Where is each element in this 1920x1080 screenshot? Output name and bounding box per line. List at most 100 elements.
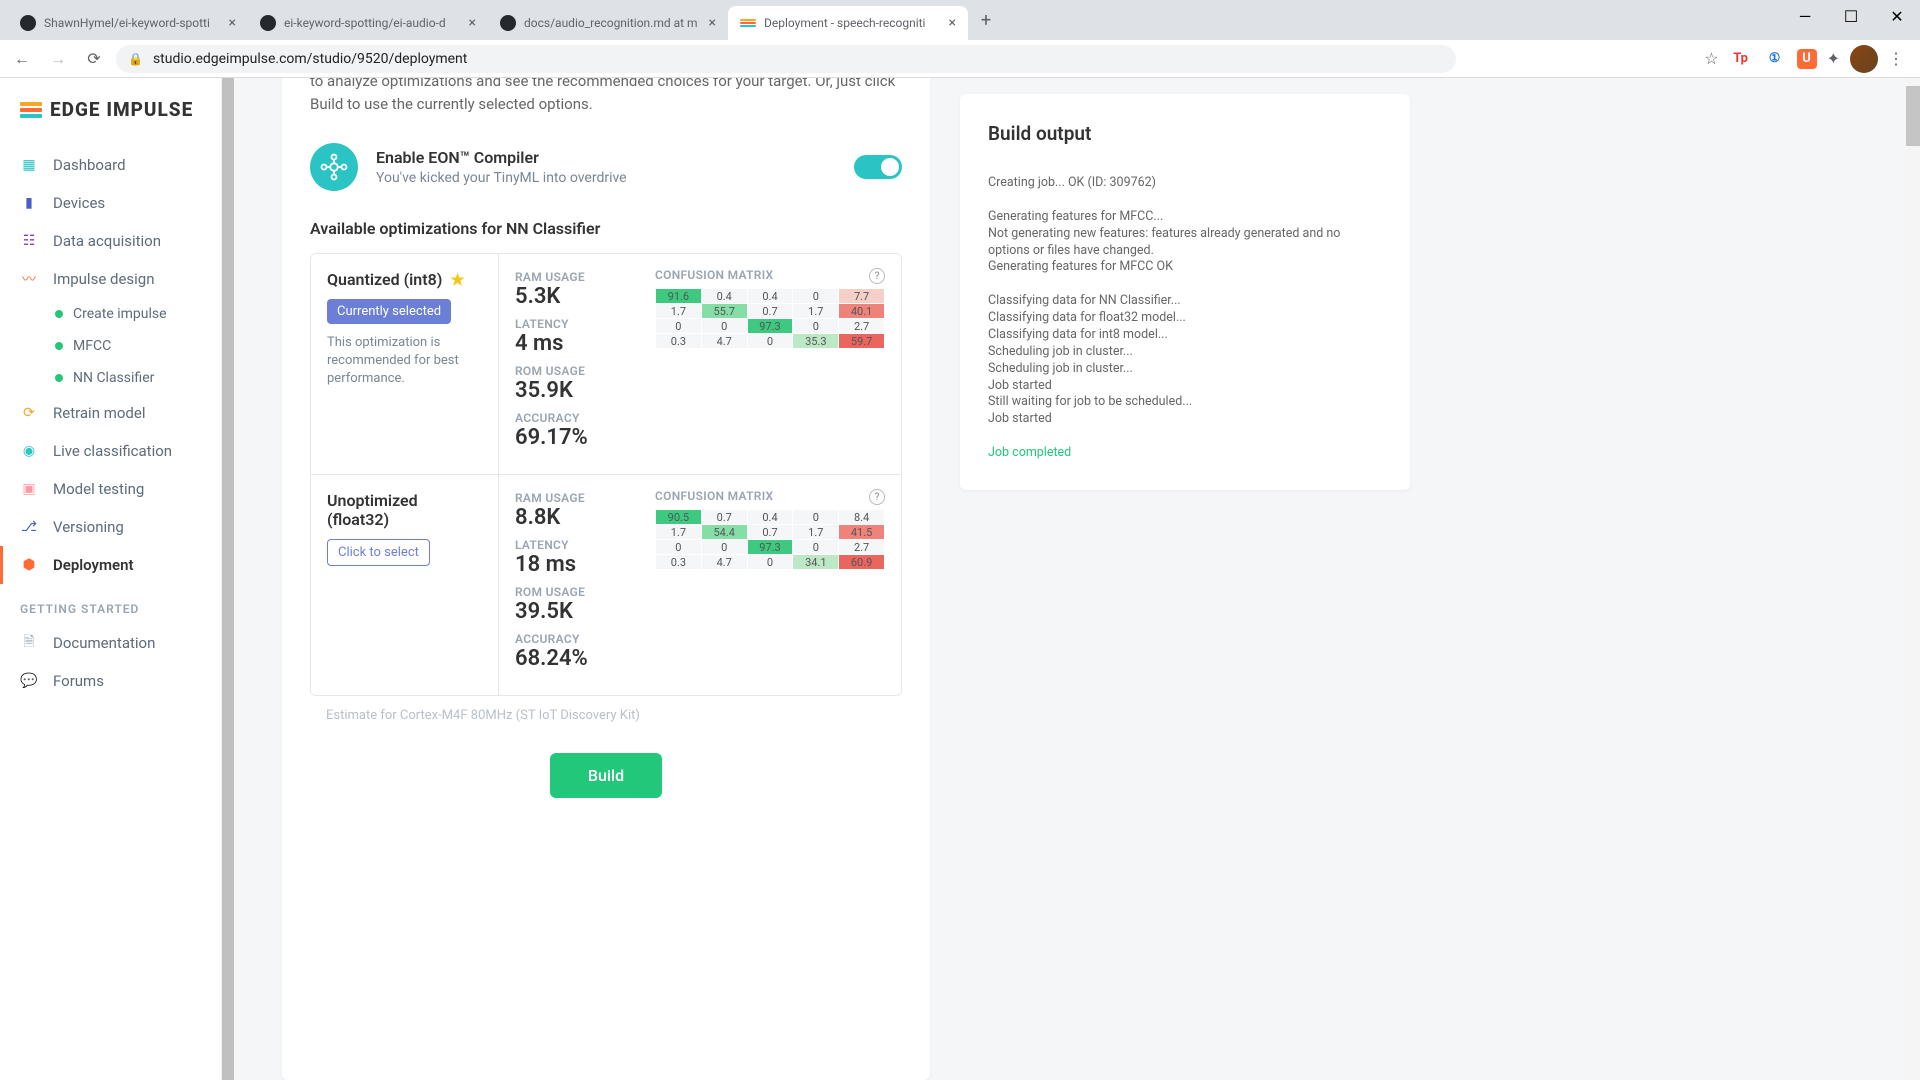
logo-icon xyxy=(20,102,42,118)
star-icon[interactable]: ☆ xyxy=(1704,49,1718,68)
minimize-button[interactable]: — xyxy=(1782,0,1828,32)
browser-menu-icon[interactable]: ⋮ xyxy=(1888,49,1904,68)
versioning-icon: ⎇ xyxy=(20,518,38,536)
sidebar-item-data-acquisition[interactable]: ☷ Data acquisition xyxy=(0,222,221,260)
cm-cell: 0.4 xyxy=(747,510,793,525)
sidebar-item-impulse-design[interactable]: 〰Impulse design xyxy=(0,260,221,298)
cm-cell: 4.7 xyxy=(701,334,747,349)
retrain-icon: ⟳ xyxy=(20,404,38,422)
cm-cell: 0 xyxy=(793,289,839,304)
optimization-row-quantized[interactable]: Quantized (int8)★ Currently selected Thi… xyxy=(311,254,901,475)
extension-tp-icon[interactable]: Tp xyxy=(1729,47,1753,71)
back-button[interactable]: ← xyxy=(8,45,36,73)
sidebar-item-label: Dashboard xyxy=(53,156,126,174)
sidebar-item-label: Deployment xyxy=(53,556,134,574)
extension-1p-icon[interactable]: ① xyxy=(1763,47,1787,71)
sidebar-item-documentation[interactable]: 🗎 Documentation xyxy=(0,624,221,662)
confusion-matrix-label: CONFUSION MATRIX xyxy=(655,268,885,282)
cm-cell: 97.3 xyxy=(747,540,793,555)
sidebar-item-retrain[interactable]: ⟳ Retrain model xyxy=(0,394,221,432)
star-icon: ★ xyxy=(450,270,464,289)
sidebar-item-model-testing[interactable]: ▣Model testing xyxy=(0,470,221,508)
window-controls: — ☐ ✕ xyxy=(1782,0,1920,32)
close-icon[interactable]: × xyxy=(701,15,716,31)
latency-value: 4 ms xyxy=(515,331,623,356)
sidebar-item-label: Live classification xyxy=(53,442,172,460)
logo-text: EDGE IMPULSE xyxy=(50,98,193,121)
maximize-button[interactable]: ☐ xyxy=(1828,0,1874,32)
sidebar-item-label: Forums xyxy=(53,672,104,690)
eon-toggle[interactable] xyxy=(854,155,902,179)
sidebar-sub-nn-classifier[interactable]: NN Classifier xyxy=(0,362,221,394)
cm-cell: 0 xyxy=(793,319,839,334)
sidebar-item-label: Retrain model xyxy=(53,404,145,422)
cm-cell: 97.3 xyxy=(747,319,793,334)
close-window-button[interactable]: ✕ xyxy=(1874,0,1920,32)
opt-name: Quantized (int8) xyxy=(327,270,442,289)
help-icon[interactable]: ? xyxy=(869,489,885,505)
cm-cell: 0 xyxy=(656,540,702,555)
extensions-menu-icon[interactable]: ✦ xyxy=(1827,49,1840,68)
url-input[interactable]: 🔒 studio.edgeimpulse.com/studio/9520/dep… xyxy=(116,45,1456,73)
sidebar: EDGE IMPULSE ▦Dashboard ▮Devices ☷ Data a… xyxy=(0,78,222,1080)
click-to-select-badge[interactable]: Click to select xyxy=(327,539,430,566)
sidebar-item-versioning[interactable]: ⎇Versioning xyxy=(0,508,221,546)
optimizations-title: Available optimizations for NN Classifie… xyxy=(282,209,930,253)
forward-button[interactable]: → xyxy=(44,45,72,73)
cm-cell: 0 xyxy=(747,334,793,349)
sidebar-item-label: Documentation xyxy=(53,634,155,652)
cm-cell: 0.4 xyxy=(747,289,793,304)
sidebar-item-label: Data acquisition xyxy=(53,232,161,250)
sidebar-scrollbar[interactable] xyxy=(222,78,234,1080)
sidebar-item-label: NN Classifier xyxy=(73,370,154,386)
eon-compiler-row: Enable EON™ Compiler You've kicked your … xyxy=(282,125,930,209)
cm-cell: 41.5 xyxy=(839,525,885,540)
logo[interactable]: EDGE IMPULSE xyxy=(0,98,221,146)
confusion-matrix: 91.60.40.407.71.755.70.71.740.10097.302.… xyxy=(655,288,885,349)
cm-cell: 0.7 xyxy=(747,304,793,319)
optimization-row-unoptimized[interactable]: Unoptimized (float32) Click to select RA… xyxy=(311,475,901,695)
sidebar-item-deployment[interactable]: ⬢Deployment xyxy=(0,546,221,584)
github-icon xyxy=(260,15,276,31)
database-icon: ☷ xyxy=(20,232,38,250)
sidebar-item-forums[interactable]: 💬Forums xyxy=(0,662,221,700)
stat-label: ACCURACY xyxy=(515,411,623,425)
sidebar-item-dashboard[interactable]: ▦Dashboard xyxy=(0,146,221,184)
cm-cell: 0 xyxy=(793,540,839,555)
sidebar-sub-mfcc[interactable]: MFCC xyxy=(0,330,221,362)
optimization-grid: Quantized (int8)★ Currently selected Thi… xyxy=(310,253,902,696)
testing-icon: ▣ xyxy=(20,480,38,498)
status-dot-icon xyxy=(55,342,63,350)
cm-cell: 4.7 xyxy=(701,555,747,570)
log-success: Job completed xyxy=(988,445,1071,460)
stat-label: ROM USAGE xyxy=(515,364,623,378)
cm-cell: 1.7 xyxy=(656,304,702,319)
rom-value: 35.9K xyxy=(515,378,623,403)
cm-cell: 2.7 xyxy=(839,319,885,334)
ram-value: 5.3K xyxy=(515,284,623,309)
close-icon[interactable]: × xyxy=(941,15,956,31)
sidebar-item-devices[interactable]: ▮Devices xyxy=(0,184,221,222)
help-icon[interactable]: ? xyxy=(869,268,885,284)
sidebar-item-live-classification[interactable]: ◉Live classification xyxy=(0,432,221,470)
new-tab-button[interactable]: + xyxy=(972,6,1000,34)
browser-tab-active[interactable]: Deployment - speech-recogniti × xyxy=(728,6,968,40)
main-content: to analyze optimizations and see the rec… xyxy=(234,78,1920,1080)
cm-cell: 55.7 xyxy=(701,304,747,319)
build-button[interactable]: Build xyxy=(550,753,662,798)
eon-icon xyxy=(310,143,358,191)
close-icon[interactable]: × xyxy=(221,15,236,31)
avatar[interactable] xyxy=(1850,45,1878,73)
extension-u-icon[interactable]: U xyxy=(1797,49,1817,69)
browser-tab[interactable]: ShawnHymel/ei-keyword-spotti × xyxy=(8,6,248,40)
close-icon[interactable]: × xyxy=(461,15,476,31)
cm-cell: 40.1 xyxy=(839,304,885,319)
doc-icon: 🗎 xyxy=(20,634,38,652)
build-output-card: Build output Creating job... OK (ID: 309… xyxy=(960,94,1410,490)
browser-tab[interactable]: ei-keyword-spotting/ei-audio-d × xyxy=(248,6,488,40)
page-scrollbar[interactable] xyxy=(1906,78,1920,1080)
selected-badge: Currently selected xyxy=(327,299,451,324)
reload-button[interactable]: ⟳ xyxy=(80,45,108,73)
browser-tab[interactable]: docs/audio_recognition.md at m × xyxy=(488,6,728,40)
sidebar-sub-create-impulse[interactable]: Create impulse xyxy=(0,298,221,330)
